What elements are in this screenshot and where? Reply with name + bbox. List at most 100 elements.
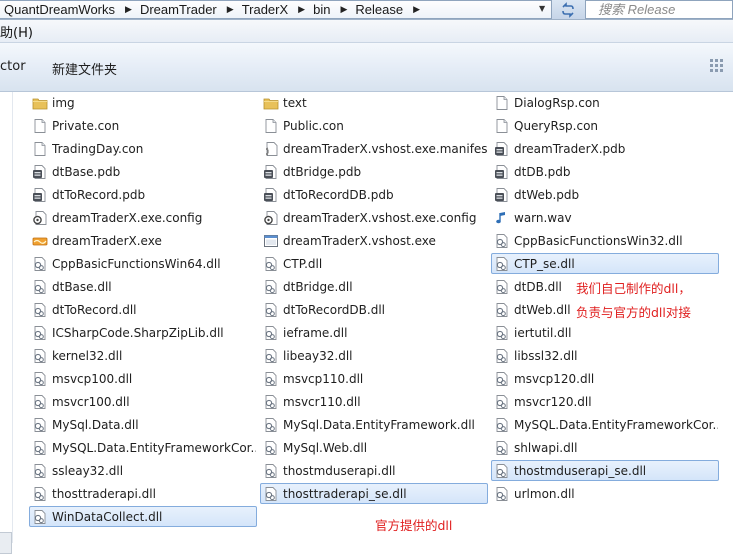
file-item[interactable]: thostmduserapi.dll	[260, 460, 488, 481]
folder-icon	[263, 98, 279, 109]
file-item[interactable]: dtToRecord.pdb	[29, 184, 257, 205]
new-folder-button[interactable]: 新建文件夹	[52, 59, 117, 78]
pdb-icon	[33, 187, 46, 202]
breadcrumb-item-quantdreamworks[interactable]: QuantDreamWorks	[0, 2, 115, 17]
file-item[interactable]: dreamTraderX.exe	[29, 230, 257, 251]
breadcrumb[interactable]: QuantDreamWorks ▶ DreamTrader ▶ TraderX …	[0, 0, 552, 19]
file-item[interactable]: thosttraderapi.dll	[29, 483, 257, 504]
file-item[interactable]: dtBridge.pdb	[260, 161, 488, 182]
file-item[interactable]: libssl32.dll	[491, 345, 719, 366]
file-item[interactable]: MySql.Web.dll	[260, 437, 488, 458]
file-item[interactable]: CTP.dll	[260, 253, 488, 274]
file-name: CTP.dll	[283, 256, 323, 271]
breadcrumb-separator-icon[interactable]: ▶	[288, 4, 313, 15]
file-item[interactable]: dtToRecord.dll	[29, 299, 257, 320]
breadcrumb-item-release[interactable]: Release	[355, 2, 403, 17]
file-item[interactable]: shlwapi.dll	[491, 437, 719, 458]
file-item[interactable]: dtDB.pdb	[491, 161, 719, 182]
file-item[interactable]: iertutil.dll	[491, 322, 719, 343]
file-item[interactable]: ieframe.dll	[260, 322, 488, 343]
dll-icon	[265, 371, 277, 386]
file-item[interactable]: MySQL.Data.EntityFrameworkCor...	[29, 437, 257, 458]
change-view-icon[interactable]	[709, 58, 724, 73]
file-name: QueryRsp.con	[514, 118, 599, 133]
address-dropdown-icon[interactable]: ▼	[539, 4, 545, 13]
file-name: dtToRecord.dll	[52, 302, 137, 317]
file-item[interactable]: CppBasicFunctionsWin32.dll	[491, 230, 719, 251]
dll-icon	[34, 417, 46, 432]
breadcrumb-separator-icon[interactable]: ▶	[217, 4, 242, 15]
file-item[interactable]: msvcr110.dll	[260, 391, 488, 412]
file-item[interactable]: dreamTraderX.pdb	[491, 138, 719, 159]
file-name: dtWeb.dll	[514, 302, 571, 317]
file-item[interactable]: urlmon.dll	[491, 483, 719, 504]
file-item[interactable]: CTP_se.dll	[491, 253, 719, 274]
file-item[interactable]: msvcp100.dll	[29, 368, 257, 389]
file-item[interactable]: CppBasicFunctionsWin64.dll	[29, 253, 257, 274]
file-item[interactable]: thosttraderapi_se.dll	[260, 483, 488, 504]
pdb-icon	[33, 164, 46, 179]
breadcrumb-separator-icon[interactable]: ▶	[330, 4, 355, 15]
file-item[interactable]: dtBridge.dll	[260, 276, 488, 297]
file-name: dtToRecord.pdb	[52, 187, 146, 202]
annotation-own-dll-line1: 我们自己制作的dll，	[576, 281, 691, 296]
dll-icon	[265, 348, 277, 363]
file-item[interactable]: dreamTraderX.vshost.exe.manifest	[260, 138, 488, 159]
file-item[interactable]: dtToRecordDB.dll	[260, 299, 488, 320]
file-item[interactable]: thostmduserapi_se.dll	[491, 460, 719, 481]
breadcrumb-separator-icon[interactable]: ▶	[403, 4, 428, 15]
file-item[interactable]: msvcr100.dll	[29, 391, 257, 412]
breadcrumb-separator-icon[interactable]: ▶	[115, 4, 140, 15]
file-name: Private.con	[52, 118, 120, 133]
file-item[interactable]: DialogRsp.con	[491, 92, 719, 113]
dll-icon	[34, 440, 46, 455]
breadcrumb-item-bin[interactable]: bin	[313, 2, 330, 17]
file-name: iertutil.dll	[514, 325, 572, 340]
file-item[interactable]: TradingDay.con	[29, 138, 257, 159]
manifest-icon	[266, 141, 278, 156]
refresh-icon	[562, 1, 574, 18]
search-input[interactable]	[586, 1, 733, 18]
file-item[interactable]: dreamTraderX.vshost.exe.config	[260, 207, 488, 228]
file-item[interactable]: warn.wav	[491, 207, 719, 228]
config-icon	[33, 210, 47, 225]
file-item[interactable]: msvcr120.dll	[491, 391, 719, 412]
file-item[interactable]: MySql.Data.EntityFramework.dll	[260, 414, 488, 435]
audio-icon	[496, 211, 505, 223]
dll-icon	[265, 302, 277, 317]
file-item[interactable]: ICSharpCode.SharpZipLib.dll	[29, 322, 257, 343]
search-box[interactable]	[585, 0, 733, 19]
file-icon	[496, 95, 508, 110]
file-item[interactable]: ssleay32.dll	[29, 460, 257, 481]
file-item[interactable]: dreamTraderX.vshost.exe	[260, 230, 488, 251]
file-item[interactable]: MySql.Data.dll	[29, 414, 257, 435]
file-item[interactable]: Private.con	[29, 115, 257, 136]
toolbar-connector-button[interactable]: ctor	[0, 59, 26, 74]
file-item[interactable]: Public.con	[260, 115, 488, 136]
file-item[interactable]: msvcp110.dll	[260, 368, 488, 389]
pdb-icon	[264, 164, 277, 179]
file-item[interactable]: dtBase.pdb	[29, 161, 257, 182]
dll-icon	[496, 417, 508, 432]
file-name: MySQL.Data.EntityFrameworkCor...	[52, 440, 256, 455]
file-item[interactable]: text	[260, 92, 488, 113]
file-item[interactable]: img	[29, 92, 257, 113]
breadcrumb-item-traderx[interactable]: TraderX	[242, 2, 288, 17]
file-name: MySql.Data.EntityFramework.dll	[283, 417, 475, 432]
file-name: MySql.Data.dll	[52, 417, 139, 432]
file-item[interactable]: kernel32.dll	[29, 345, 257, 366]
file-name: WinDataCollect.dll	[52, 509, 163, 524]
file-item[interactable]: MySQL.Data.EntityFrameworkCor...	[491, 414, 719, 435]
file-item[interactable]: QueryRsp.con	[491, 115, 719, 136]
file-item[interactable]: dtToRecordDB.pdb	[260, 184, 488, 205]
file-item[interactable]: dtWeb.pdb	[491, 184, 719, 205]
refresh-button[interactable]	[556, 0, 580, 19]
file-item[interactable]: WinDataCollect.dll	[29, 506, 257, 527]
dll-icon	[496, 440, 508, 455]
file-item[interactable]: dreamTraderX.exe.config	[29, 207, 257, 228]
menu-item-help[interactable]: 助(H)	[0, 22, 33, 41]
file-item[interactable]: msvcp120.dll	[491, 368, 719, 389]
breadcrumb-item-dreamtrader[interactable]: DreamTrader	[140, 2, 217, 17]
file-item[interactable]: dtBase.dll	[29, 276, 257, 297]
file-item[interactable]: libeay32.dll	[260, 345, 488, 366]
